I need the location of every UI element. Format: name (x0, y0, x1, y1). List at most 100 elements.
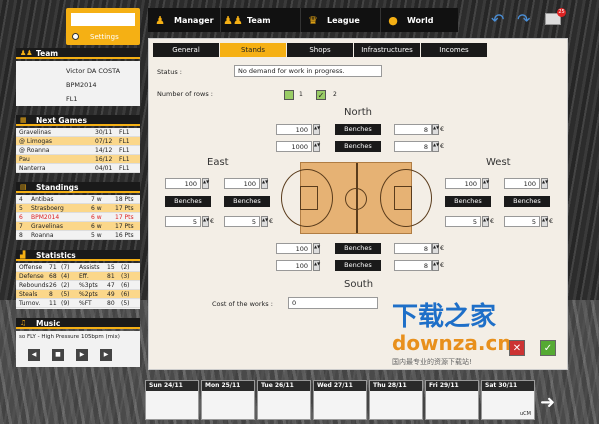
south-row2-seats[interactable]: 100 (276, 260, 312, 271)
list-item[interactable]: Gravelinas 30/11 FL1 (16, 128, 140, 137)
manager-name: Victor DA COSTA (66, 67, 121, 75)
calendar-day[interactable]: Fri 29/11 (425, 380, 479, 420)
tab-shops[interactable]: Shops (287, 43, 353, 57)
forward-arrow-icon[interactable]: ↷ (517, 10, 530, 29)
east-b-type[interactable]: Benches (224, 196, 270, 207)
west-b-seats[interactable]: 100 (504, 178, 540, 189)
west-a-seats[interactable]: 100 (445, 178, 481, 189)
east-b-seats[interactable]: 100 (224, 178, 260, 189)
calendar-day[interactable]: Wed 27/11 (313, 380, 367, 420)
calendar-day[interactable]: Sun 24/11 (145, 380, 199, 420)
play-icon[interactable]: ▶ (76, 349, 88, 361)
north-row2-price[interactable]: 8 (394, 141, 432, 152)
stat-value: 81 (107, 273, 115, 280)
nav-league[interactable]: ♛ League (301, 8, 381, 32)
confirm-icon[interactable]: ✓ (540, 340, 556, 356)
table-row[interactable]: 7 Gravelinas 6 w 17 Pts (16, 222, 140, 231)
rows-option-1-checkbox[interactable] (284, 90, 294, 100)
spinner[interactable]: ▲▼ (313, 141, 320, 152)
tab-general[interactable]: General (153, 43, 219, 57)
stat-rank: (5) (121, 300, 130, 307)
list-item[interactable]: @ Limogas 07/12 FL1 (16, 137, 140, 146)
north-row1-seats[interactable]: 100 (276, 124, 312, 135)
previous-icon[interactable]: ◀ (28, 349, 40, 361)
list-item[interactable]: Nanterra 04/01 FL1 (16, 164, 140, 173)
day-label: Thu 28/11 (370, 381, 422, 391)
east-a-price[interactable]: 5 (165, 216, 201, 227)
spinner[interactable]: ▲▼ (482, 216, 489, 227)
calendar-day[interactable]: Tue 26/11 (257, 380, 311, 420)
game-opponent: Gravelinas (19, 129, 51, 136)
spinner[interactable]: ▲▼ (313, 260, 320, 271)
list-item[interactable]: Pau 16/12 FL1 (16, 155, 140, 164)
list-item[interactable]: @ Roanna 14/12 FL1 (16, 146, 140, 155)
table-row[interactable]: 6 BPM2014 6 w 17 Pts (16, 213, 140, 222)
east-a-type[interactable]: Benches (165, 196, 211, 207)
nav-world[interactable]: ● World (381, 8, 458, 32)
south-row1-seats[interactable]: 100 (276, 243, 312, 254)
south-title: South (344, 279, 374, 290)
calendar-day[interactable]: Sat 30/11 uCM (481, 380, 535, 420)
spinner[interactable]: ▲▼ (432, 260, 439, 271)
day-label: Mon 25/11 (202, 381, 254, 391)
cancel-icon[interactable]: ✕ (509, 340, 525, 356)
calendar-day[interactable]: Thu 28/11 (369, 380, 423, 420)
tab-incomes[interactable]: Incomes (421, 43, 487, 57)
east-b-price[interactable]: 5 (224, 216, 260, 227)
nav-manager[interactable]: ♟ Manager (148, 8, 221, 32)
euro-symbol: € (549, 217, 554, 225)
tab-infrastructures[interactable]: Infrastructures (354, 43, 420, 57)
next-icon[interactable]: ▶ (100, 349, 112, 361)
wins: 6 w (91, 223, 102, 230)
statistics-title: Statistics (36, 251, 76, 260)
euro-symbol: € (440, 261, 445, 269)
cost-field: 0 (288, 297, 378, 309)
league-name: FL1 (66, 95, 78, 103)
stat-rank: (4) (61, 273, 70, 280)
spinner[interactable]: ▲▼ (541, 216, 548, 227)
spinner[interactable]: ▲▼ (313, 124, 320, 135)
stat-name: Steals (19, 291, 38, 298)
next-day-arrow-icon[interactable]: ➜ (540, 392, 555, 413)
spinner[interactable]: ▲▼ (202, 216, 209, 227)
spinner[interactable]: ▲▼ (541, 178, 548, 189)
settings-radio[interactable] (72, 33, 79, 40)
spinner[interactable]: ▲▼ (432, 141, 439, 152)
south-row1-type[interactable]: Benches (335, 243, 381, 254)
stop-icon[interactable]: ■ (52, 349, 64, 361)
nav-league-label: League (327, 15, 360, 25)
north-row2-seats[interactable]: 1000 (276, 141, 312, 152)
table-row[interactable]: 8 Roanna 5 w 16 Pts (16, 231, 140, 240)
south-row2-type[interactable]: Benches (335, 260, 381, 271)
rows-option-2-checkbox[interactable]: ✓ (316, 90, 326, 100)
tab-stands[interactable]: Stands (220, 43, 286, 57)
south-row2-price[interactable]: 8 (394, 260, 432, 271)
north-row2-type[interactable]: Benches (335, 141, 381, 152)
south-row1-price[interactable]: 8 (394, 243, 432, 254)
north-row1-price[interactable]: 8 (394, 124, 432, 135)
west-a-type[interactable]: Benches (445, 196, 491, 207)
west-a-price[interactable]: 5 (445, 216, 481, 227)
west-b-type[interactable]: Benches (504, 196, 550, 207)
nav-world-label: World (407, 15, 434, 25)
calendar-day[interactable]: Mon 25/11 (201, 380, 255, 420)
east-a-seats[interactable]: 100 (165, 178, 201, 189)
nav-team[interactable]: ♟♟ Team (221, 8, 301, 32)
west-b-price[interactable]: 5 (504, 216, 540, 227)
settings-panel[interactable]: Settings (66, 8, 140, 45)
table-row: Offense 71 (7) Assists 15 (2) (16, 263, 140, 272)
spinner[interactable]: ▲▼ (432, 243, 439, 254)
table-row[interactable]: 5 Strasboerg 6 w 17 Pts (16, 204, 140, 213)
euro-symbol: € (440, 125, 445, 133)
back-arrow-icon[interactable]: ↶ (491, 10, 504, 29)
spinner[interactable]: ▲▼ (202, 178, 209, 189)
team-panel: Victor DA COSTA BPM2014 FL1 (16, 61, 140, 106)
table-row[interactable]: 4 Antibas 7 w 18 Pts (16, 195, 140, 204)
spinner[interactable]: ▲▼ (432, 124, 439, 135)
points: 17 Pts (115, 205, 134, 212)
spinner[interactable]: ▲▼ (261, 178, 268, 189)
spinner[interactable]: ▲▼ (261, 216, 268, 227)
spinner[interactable]: ▲▼ (482, 178, 489, 189)
north-row1-type[interactable]: Benches (335, 124, 381, 135)
spinner[interactable]: ▲▼ (313, 243, 320, 254)
